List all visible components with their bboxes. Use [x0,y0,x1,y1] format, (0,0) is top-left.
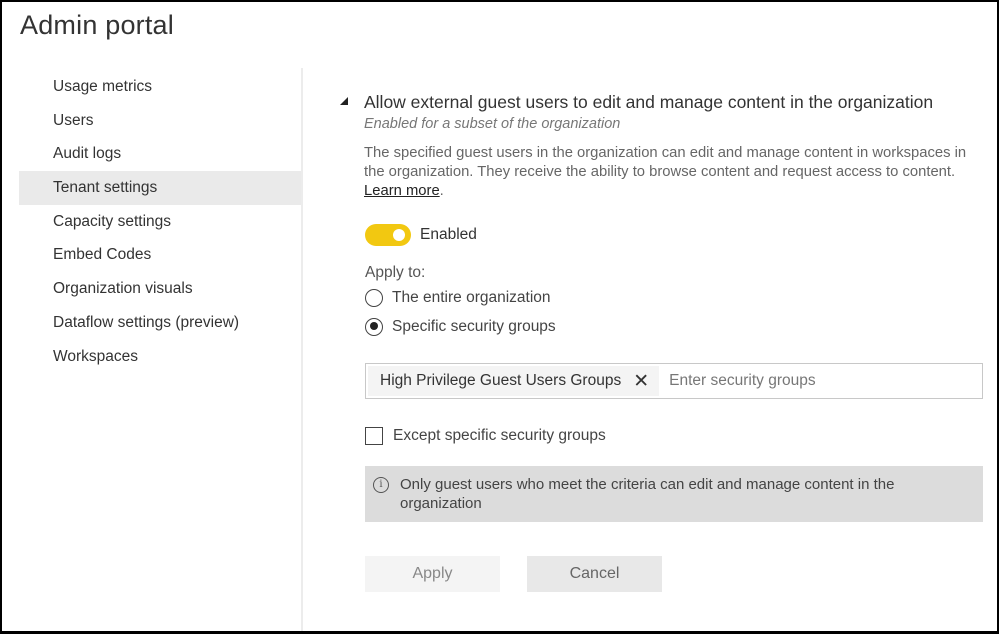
action-buttons: Apply Cancel [365,556,983,592]
period: . [439,183,444,199]
info-banner: i Only guest users who meet the criteria… [365,466,983,522]
collapse-caret-icon[interactable] [340,97,348,105]
toggle-knob [393,229,405,241]
enabled-toggle[interactable] [365,224,411,246]
enabled-toggle-row: Enabled [365,223,983,247]
info-text: Only guest users who meet the criteria c… [400,476,895,512]
info-icon: i [373,477,389,493]
sidebar-item-usage-metrics[interactable]: Usage metrics [19,70,302,104]
cancel-button[interactable]: Cancel [527,556,662,592]
sidebar-nav: Usage metrics Users Audit logs Tenant se… [19,70,302,373]
chip-label: High Privilege Guest Users Groups [380,372,622,389]
apply-button[interactable]: Apply [365,556,500,592]
setting-title: Allow external guest users to edit and m… [364,92,934,112]
sidebar-item-organization-visuals[interactable]: Organization visuals [19,272,302,306]
except-groups-checkbox-row[interactable]: Except specific security groups [365,426,983,446]
description-text: The specified guest users in the organiz… [364,145,967,180]
security-groups-field[interactable]: High Privilege Guest Users Groups ✕ [365,363,983,399]
remove-chip-close-icon[interactable]: ✕ [633,372,649,391]
security-group-chip: High Privilege Guest Users Groups ✕ [368,366,660,396]
sidebar-divider [301,68,303,631]
learn-more-link[interactable]: Learn more [364,183,440,199]
checkbox-label: Except specific security groups [393,427,606,444]
radio-button[interactable] [365,288,383,307]
page-title: Admin portal [20,10,174,40]
toggle-label: Enabled [420,226,477,243]
setting-description: The specified guest users in the organiz… [364,144,979,201]
sidebar-item-workspaces[interactable]: Workspaces [19,340,302,374]
apply-to-label: Apply to: [365,264,426,281]
radio-label: Specific security groups [392,317,556,335]
radio-entire-organization[interactable]: The entire organization [365,283,983,312]
sidebar-item-embed-codes[interactable]: Embed Codes [19,238,302,272]
admin-portal-window: Admin portal Usage metrics Users Audit l… [2,2,997,631]
except-groups-checkbox[interactable] [365,427,383,445]
sidebar-item-users[interactable]: Users [19,104,302,138]
security-groups-input[interactable] [669,372,980,390]
sidebar-item-capacity-settings[interactable]: Capacity settings [19,205,302,239]
setting-panel: Allow external guest users to edit and m… [338,90,983,592]
radio-button-checked[interactable] [365,317,383,336]
setting-status: Enabled for a subset of the organization [364,116,621,132]
radio-specific-security-groups[interactable]: Specific security groups [365,312,983,341]
radio-label: The entire organization [392,288,551,306]
sidebar-item-dataflow-settings[interactable]: Dataflow settings (preview) [19,306,302,340]
setting-header[interactable]: Allow external guest users to edit and m… [338,90,983,134]
sidebar-item-audit-logs[interactable]: Audit logs [19,137,302,171]
sidebar-item-tenant-settings[interactable]: Tenant settings [19,171,302,205]
